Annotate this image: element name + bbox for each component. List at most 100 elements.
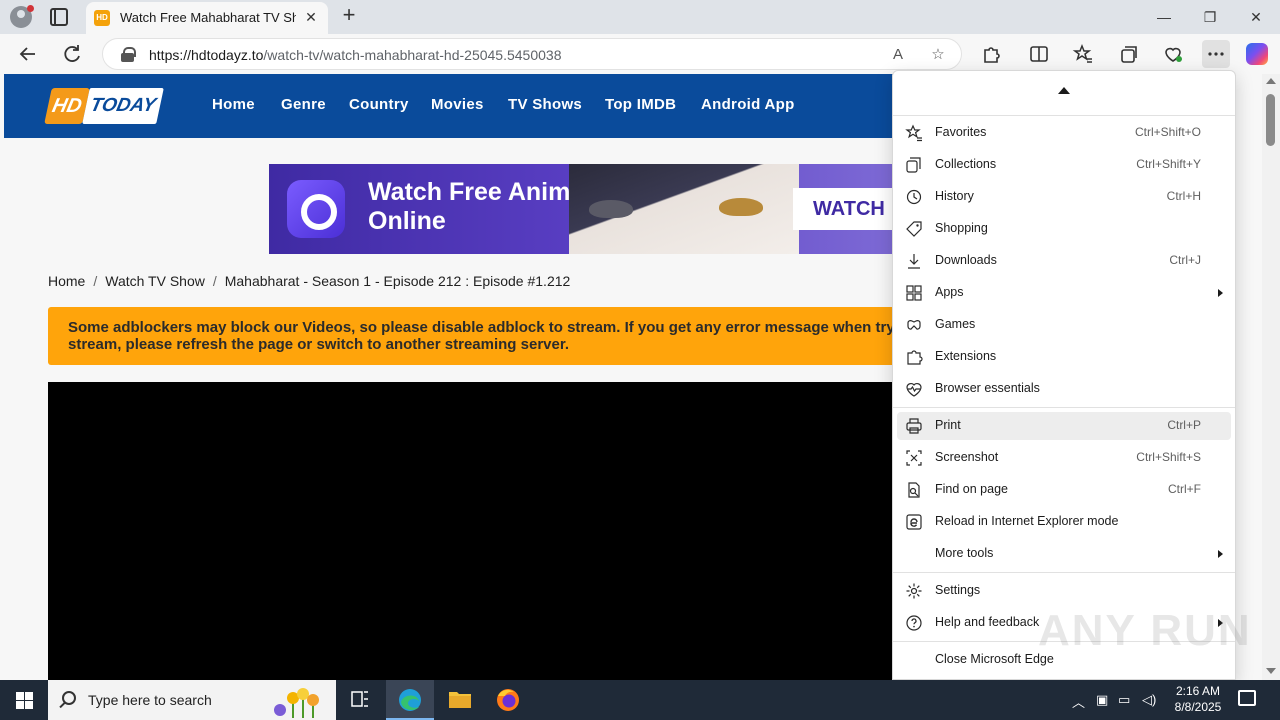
menu-item-label: Games bbox=[935, 317, 976, 331]
nav-android-app[interactable]: Android App bbox=[701, 96, 795, 113]
menu-item-label: Close Microsoft Edge bbox=[935, 652, 1054, 666]
menu-item-label: Find on page bbox=[935, 482, 1008, 496]
menu-item-label: More tools bbox=[935, 546, 994, 560]
favorite-star-icon[interactable]: ☆ bbox=[927, 44, 949, 66]
help-icon bbox=[905, 614, 923, 632]
page-scrollbar[interactable] bbox=[1262, 74, 1280, 680]
copilot-icon[interactable] bbox=[1246, 43, 1268, 65]
scroll-down-arrow-icon[interactable] bbox=[1266, 668, 1276, 674]
menu-item-apps[interactable]: Apps bbox=[897, 279, 1231, 307]
nav-movies[interactable]: Movies bbox=[431, 96, 484, 113]
menu-item-print[interactable]: Print Ctrl+P bbox=[897, 412, 1231, 440]
minimize-icon[interactable]: — bbox=[1141, 0, 1187, 34]
nav-tv-shows[interactable]: TV Shows bbox=[508, 96, 582, 113]
settings-and-more-icon[interactable] bbox=[1202, 40, 1230, 68]
menu-item-shortcut: Ctrl+P bbox=[1167, 418, 1201, 432]
search-highlight-flowers-icon bbox=[274, 688, 319, 718]
nav-genre[interactable]: Genre bbox=[281, 96, 326, 113]
browser-toolbar: https://hdtodayz.to/watch-tv/watch-mahab… bbox=[0, 34, 1280, 74]
split-screen-icon[interactable] bbox=[1025, 40, 1053, 68]
menu-item-shortcut: Ctrl+H bbox=[1166, 189, 1201, 203]
menu-item-label: Settings bbox=[935, 583, 981, 597]
menu-item-shortcut: Ctrl+Shift+O bbox=[1134, 125, 1201, 139]
close-tab-icon[interactable]: ✕ bbox=[302, 8, 320, 26]
close-window-icon[interactable]: ✕ bbox=[1233, 0, 1279, 34]
breadcrumb-watch-tv-show[interactable]: Watch TV Show bbox=[105, 273, 205, 289]
menu-item-label: Browser essentials bbox=[935, 381, 1040, 395]
settings-and-more-menu: Favorites Ctrl+Shift+O Collections Ctrl+… bbox=[892, 70, 1236, 680]
collapse-caret-icon[interactable] bbox=[1058, 87, 1070, 94]
gear-icon bbox=[905, 582, 923, 600]
url-text[interactable]: https://hdtodayz.to/watch-tv/watch-mahab… bbox=[149, 47, 561, 63]
tray-chevron-icon[interactable]: ︿ bbox=[1072, 692, 1085, 711]
menu-divider bbox=[893, 407, 1235, 408]
scroll-up-arrow-icon[interactable] bbox=[1266, 78, 1276, 84]
scroll-thumb[interactable] bbox=[1266, 94, 1275, 146]
profile-notification-dot bbox=[27, 5, 34, 12]
tray-device-icon[interactable]: ▣ bbox=[1096, 692, 1108, 708]
menu-item-collections[interactable]: Collections Ctrl+Shift+Y bbox=[897, 151, 1231, 179]
find-icon bbox=[905, 481, 923, 499]
file-explorer-icon[interactable] bbox=[436, 680, 484, 720]
start-button[interactable] bbox=[0, 680, 48, 720]
breadcrumb-home[interactable]: Home bbox=[48, 273, 85, 289]
breadcrumb-current-episode: Mahabharat - Season 1 - Episode 212 : Ep… bbox=[224, 273, 571, 289]
submenu-arrow-icon bbox=[1218, 289, 1223, 297]
video-player[interactable] bbox=[48, 382, 908, 680]
banner-anime-illustration bbox=[569, 164, 799, 254]
menu-item-shopping[interactable]: Shopping bbox=[897, 215, 1231, 243]
menu-item-find-on-page[interactable]: Find on page Ctrl+F bbox=[897, 476, 1231, 504]
edge-taskbar-icon[interactable] bbox=[386, 680, 434, 720]
menu-zoom-row bbox=[893, 71, 1235, 115]
nav-home[interactable]: Home bbox=[212, 96, 255, 113]
banner-headline: Watch Free Anime Online bbox=[368, 178, 585, 235]
menu-item-browser-essentials[interactable]: Browser essentials bbox=[897, 375, 1231, 403]
menu-item-label: Screenshot bbox=[935, 450, 999, 464]
network-icon[interactable]: ▭ bbox=[1118, 692, 1130, 708]
menu-item-label: Print bbox=[935, 418, 961, 432]
refresh-icon[interactable] bbox=[58, 40, 86, 68]
menu-item-label: Extensions bbox=[935, 349, 997, 363]
printer-icon bbox=[905, 417, 923, 435]
menu-item-favorites[interactable]: Favorites Ctrl+Shift+O bbox=[897, 119, 1231, 147]
nav-country[interactable]: Country bbox=[349, 96, 409, 113]
history-icon bbox=[905, 188, 923, 206]
extensions-icon[interactable] bbox=[977, 40, 1005, 68]
taskbar-clock[interactable]: 2:16 AM 8/8/2025 bbox=[1162, 683, 1234, 715]
menu-item-extensions[interactable]: Extensions bbox=[897, 343, 1231, 371]
new-tab-icon[interactable]: + bbox=[338, 4, 360, 27]
firefox-icon[interactable] bbox=[484, 680, 532, 720]
ad-banner[interactable]: Watch Free Anime Online WATCH bbox=[269, 164, 909, 254]
volume-icon[interactable]: ◁) bbox=[1142, 692, 1156, 708]
back-icon[interactable] bbox=[14, 40, 42, 68]
screenshot-icon bbox=[905, 449, 923, 467]
lock-icon[interactable] bbox=[121, 47, 136, 62]
browser-essentials-icon[interactable] bbox=[1159, 40, 1187, 68]
menu-item-games[interactable]: Games bbox=[897, 311, 1231, 339]
menu-item-history[interactable]: History Ctrl+H bbox=[897, 183, 1231, 211]
menu-item-settings[interactable]: Settings bbox=[897, 577, 1231, 605]
banner-app-logo-icon bbox=[287, 180, 345, 238]
notification-center-icon[interactable] bbox=[1238, 690, 1256, 706]
read-aloud-icon[interactable]: A bbox=[887, 44, 909, 66]
menu-item-label: Collections bbox=[935, 157, 997, 171]
favorites-bar-icon[interactable] bbox=[1069, 40, 1097, 68]
restore-icon[interactable]: ❐ bbox=[1187, 0, 1233, 34]
address-bar[interactable]: https://hdtodayz.to/watch-tv/watch-mahab… bbox=[102, 38, 962, 70]
breadcrumb: Home / Watch TV Show / Mahabharat - Season 1… bbox=[48, 273, 571, 289]
menu-item-screenshot[interactable]: Screenshot Ctrl+Shift+S bbox=[897, 444, 1231, 472]
taskbar-search-box[interactable]: Type here to search bbox=[48, 680, 336, 720]
menu-item-downloads[interactable]: Downloads Ctrl+J bbox=[897, 247, 1231, 275]
games-icon bbox=[905, 316, 923, 334]
menu-item-label: History bbox=[935, 189, 974, 203]
menu-item-shortcut: Ctrl+Shift+Y bbox=[1136, 157, 1201, 171]
task-view-icon[interactable] bbox=[336, 680, 384, 720]
site-logo[interactable]: HD TODAY bbox=[44, 88, 164, 124]
nav-top-imdb[interactable]: Top IMDB bbox=[605, 96, 676, 113]
heart-pulse-icon bbox=[905, 380, 923, 398]
menu-item-more-tools[interactable]: More tools bbox=[897, 540, 1231, 568]
collections-toolbar-icon[interactable] bbox=[1114, 40, 1142, 68]
tab-actions-icon[interactable] bbox=[50, 8, 68, 26]
menu-item-reload-ie-mode[interactable]: Reload in Internet Explorer mode bbox=[897, 508, 1231, 536]
browser-tab-active[interactable]: HD Watch Free Mahabharat TV Show ✕ bbox=[86, 2, 328, 34]
